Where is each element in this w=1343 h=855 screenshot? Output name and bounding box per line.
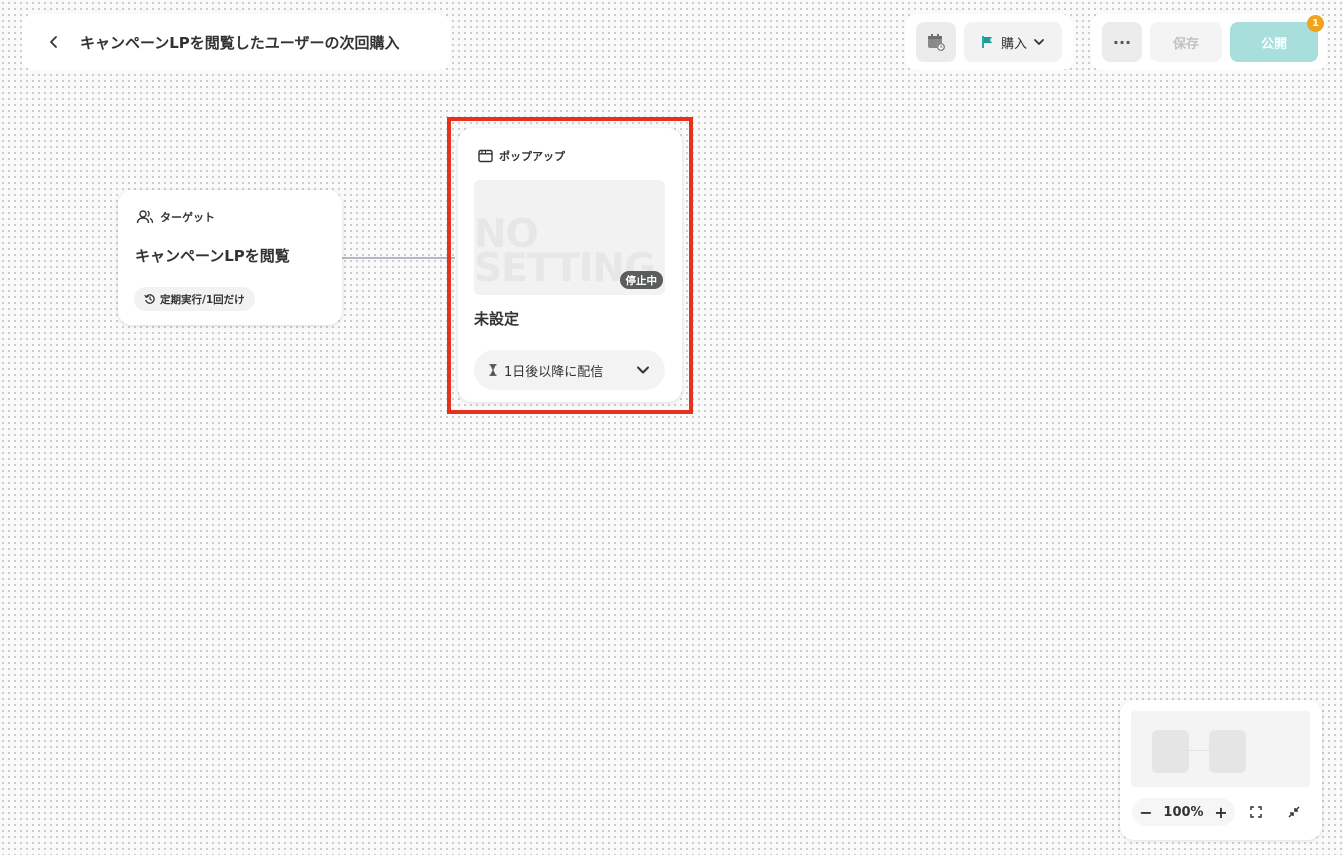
hourglass-icon (489, 364, 497, 376)
schedule-button[interactable] (916, 22, 956, 62)
minimap-node (1209, 730, 1246, 773)
popup-preview: NO SETTING 停止中 (474, 180, 665, 295)
window-icon (478, 149, 493, 163)
schedule-chip: 定期実行/1回だけ (134, 287, 255, 311)
flag-icon (982, 36, 992, 48)
fit-view-button[interactable] (1244, 800, 1268, 824)
zoom-level: 100% (1163, 804, 1204, 820)
save-button[interactable]: 保存 (1150, 22, 1222, 62)
chevron-down-icon (637, 366, 649, 374)
chevron-down-icon (1034, 39, 1044, 45)
zoom-in-button[interactable]: + (1207, 798, 1235, 826)
target-node-type: ターゲット (136, 209, 215, 225)
schedule-chip-label: 定期実行/1回だけ (160, 293, 245, 306)
notification-badge: 1 (1307, 15, 1324, 32)
header-actions: ··· 保存 公開 (1091, 14, 1327, 70)
zoom-control: − 100% + (1132, 798, 1235, 826)
chevron-left-icon (50, 36, 57, 48)
target-node-title: キャンペーンLPを閲覧 (135, 247, 290, 265)
header-title-bar: キャンペーンLPを閲覧したユーザーの次回購入 (22, 14, 450, 70)
publish-button[interactable]: 公開 (1230, 22, 1318, 62)
collapse-icon (1288, 806, 1300, 818)
minimap-node (1152, 730, 1189, 773)
delivery-timing-dropdown[interactable]: 1日後以降に配信 (474, 350, 665, 390)
minimap-panel: − 100% + (1120, 700, 1322, 840)
minimap-connector (1189, 750, 1209, 751)
calendar-clock-icon (928, 34, 945, 51)
back-button[interactable] (36, 24, 72, 60)
header-tools: 購入 (905, 14, 1073, 70)
popup-node-type: ポップアップ (478, 148, 565, 164)
goal-label: 購入 (1000, 36, 1027, 52)
popup-node-type-label: ポップアップ (499, 150, 565, 163)
fullscreen-icon (1250, 806, 1262, 818)
minimap[interactable] (1131, 711, 1310, 787)
users-icon (136, 210, 154, 224)
popup-node[interactable]: ポップアップ NO SETTING 停止中 未設定 1日後以降に配信 (458, 128, 682, 402)
collapse-minimap-button[interactable] (1282, 800, 1306, 824)
target-node[interactable]: ターゲット キャンペーンLPを閲覧 定期実行/1回だけ (118, 190, 342, 325)
goal-dropdown[interactable]: 購入 (964, 22, 1062, 62)
history-icon (144, 294, 155, 304)
delivery-timing-label: 1日後以降に配信 (504, 364, 604, 380)
page-title: キャンペーンLPを閲覧したユーザーの次回購入 (80, 33, 400, 52)
target-node-type-label: ターゲット (160, 211, 215, 224)
node-connector (341, 257, 455, 259)
more-options-button[interactable]: ··· (1102, 22, 1142, 62)
popup-node-title: 未設定 (474, 310, 520, 328)
status-badge: 停止中 (619, 271, 663, 289)
zoom-out-button[interactable]: − (1132, 798, 1160, 826)
